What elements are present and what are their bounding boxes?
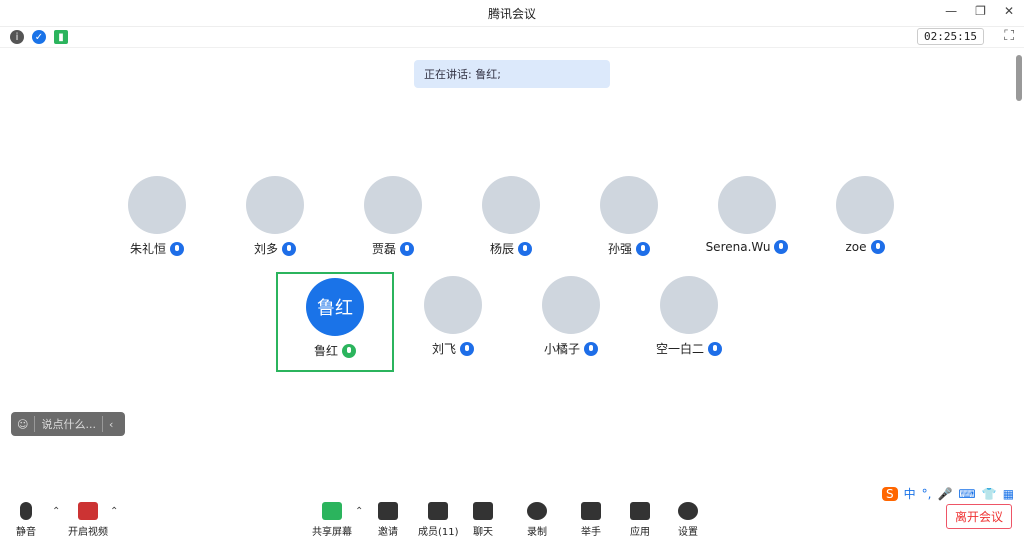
speaking-indicator: 正在讲话: 鲁红; (414, 60, 610, 88)
add-user-icon (378, 502, 398, 520)
members-button[interactable]: 成员(11) (418, 502, 459, 538)
chat-icon (473, 502, 493, 520)
ime-lang[interactable]: 中 (904, 485, 916, 502)
mic-icon (282, 241, 296, 256)
punctuation-icon[interactable]: °, (922, 487, 932, 501)
microphone-icon (20, 502, 32, 520)
avatar (660, 276, 718, 334)
apps-button[interactable]: 应用 (630, 502, 650, 538)
skin-icon[interactable]: 👕 (982, 487, 997, 501)
mute-button[interactable]: 静音 (16, 502, 36, 538)
avatar (836, 176, 894, 234)
invite-button[interactable]: 邀请 (378, 502, 398, 538)
participant-tile[interactable]: 杨辰 (456, 176, 566, 276)
avatar (364, 176, 422, 234)
mic-icon (342, 343, 356, 358)
participant-tile[interactable]: 孙强 (574, 176, 684, 276)
chat-input[interactable]: 说点什么... (41, 416, 96, 432)
mic-icon (870, 240, 885, 254)
restore-icon[interactable]: ❐ (975, 4, 986, 18)
close-icon[interactable]: ✕ (1004, 4, 1014, 18)
info-icon[interactable]: i (10, 30, 24, 44)
gear-icon (678, 502, 698, 520)
emoji-icon[interactable]: ☺ (17, 418, 28, 431)
participant-name: 孙强 (607, 242, 632, 256)
chat-input-bar[interactable]: ☺ 说点什么... ‹ (11, 412, 125, 436)
mic-icon (170, 241, 184, 256)
scrollbar[interactable] (1016, 55, 1022, 101)
users-icon (428, 502, 449, 520)
record-button[interactable]: 录制 (527, 502, 547, 538)
mic-icon (400, 241, 414, 256)
avatar (600, 176, 658, 234)
meeting-timer: 02:25:15 (917, 28, 984, 45)
signal-icon[interactable]: ▮ (54, 30, 68, 44)
shield-icon[interactable]: ✓ (32, 30, 46, 44)
participant-name: 刘多 (253, 242, 278, 256)
share-screen-icon (322, 502, 342, 520)
participant-name: Serena.Wu (705, 240, 771, 254)
settings-button[interactable]: 设置 (678, 502, 698, 538)
minimize-icon[interactable]: — (945, 4, 957, 18)
mic-icon (518, 241, 532, 256)
collapse-chevron-icon[interactable]: ‹ (109, 418, 113, 431)
chat-button[interactable]: 聊天 (473, 502, 493, 538)
avatar: 鲁红 (306, 278, 364, 336)
mic-icon (774, 240, 789, 254)
chevron-up-icon[interactable]: ⌃ (355, 506, 363, 517)
participant-name: 杨辰 (489, 242, 514, 256)
video-off-icon (78, 502, 98, 520)
ime-logo-icon[interactable]: S (882, 486, 898, 501)
record-icon (527, 502, 547, 520)
participant-tile[interactable]: 贾磊 (338, 176, 448, 276)
participant-name: 空一白二 (655, 342, 704, 356)
participant-name: zoe (845, 240, 867, 254)
mic-icon (636, 241, 650, 256)
mic-icon (708, 341, 722, 356)
window-title: 腾讯会议 (487, 6, 536, 21)
video-button[interactable]: 开启视频 (68, 502, 108, 538)
avatar (482, 176, 540, 234)
title-bar: 腾讯会议 — ❐ ✕ (0, 0, 1024, 27)
avatar (542, 276, 600, 334)
participant-name: 贾磊 (371, 242, 396, 256)
status-bar: i ✓ ▮ 02:25:15 ⛶ (0, 27, 1024, 48)
ime-toolbar: S 中 °, 🎤 ⌨ 👕 ▦ (882, 485, 1014, 502)
participant-name: 鲁红 (313, 344, 338, 358)
avatar (128, 176, 186, 234)
participant-name: 朱礼恒 (129, 242, 166, 256)
bottom-toolbar: 静音 ⌃ 开启视频 ⌃ 共享屏幕 ⌃ 邀请 成员(11) 聊天 录制 举手 应用… (0, 492, 1024, 538)
leave-meeting-button[interactable]: 离开会议 (945, 504, 1012, 529)
participant-tile[interactable]: Serena.Wu (692, 176, 802, 276)
grid-icon[interactable]: ▦ (1003, 487, 1014, 501)
window-controls: — ❐ ✕ (945, 4, 1014, 18)
avatar (246, 176, 304, 234)
chevron-up-icon[interactable]: ⌃ (110, 506, 118, 517)
participant-tile[interactable]: 空一白二 (634, 276, 744, 376)
participant-tile[interactable]: 小橘子 (516, 276, 626, 376)
chevron-up-icon[interactable]: ⌃ (52, 506, 60, 517)
mic-icon (460, 341, 474, 356)
apps-icon (630, 502, 650, 520)
fullscreen-icon[interactable]: ⛶ (1004, 28, 1014, 44)
avatar (424, 276, 482, 334)
hand-icon (581, 502, 601, 520)
participant-tile[interactable]: zoe (810, 176, 920, 276)
participant-name: 小橘子 (543, 342, 580, 356)
participant-tile-active[interactable]: 鲁红 鲁红 (276, 272, 394, 372)
participant-name: 刘飞 (431, 342, 456, 356)
share-screen-button[interactable]: 共享屏幕 (312, 502, 352, 538)
avatar (718, 176, 776, 234)
keyboard-icon[interactable]: ⌨ (958, 487, 975, 501)
voice-icon[interactable]: 🎤 (937, 487, 952, 501)
mic-icon (584, 341, 598, 356)
participant-tile[interactable]: 刘飞 (398, 276, 508, 376)
raise-hand-button[interactable]: 举手 (581, 502, 601, 538)
participant-tile[interactable]: 朱礼恒 (102, 176, 212, 276)
participant-tile[interactable]: 刘多 (220, 176, 330, 276)
